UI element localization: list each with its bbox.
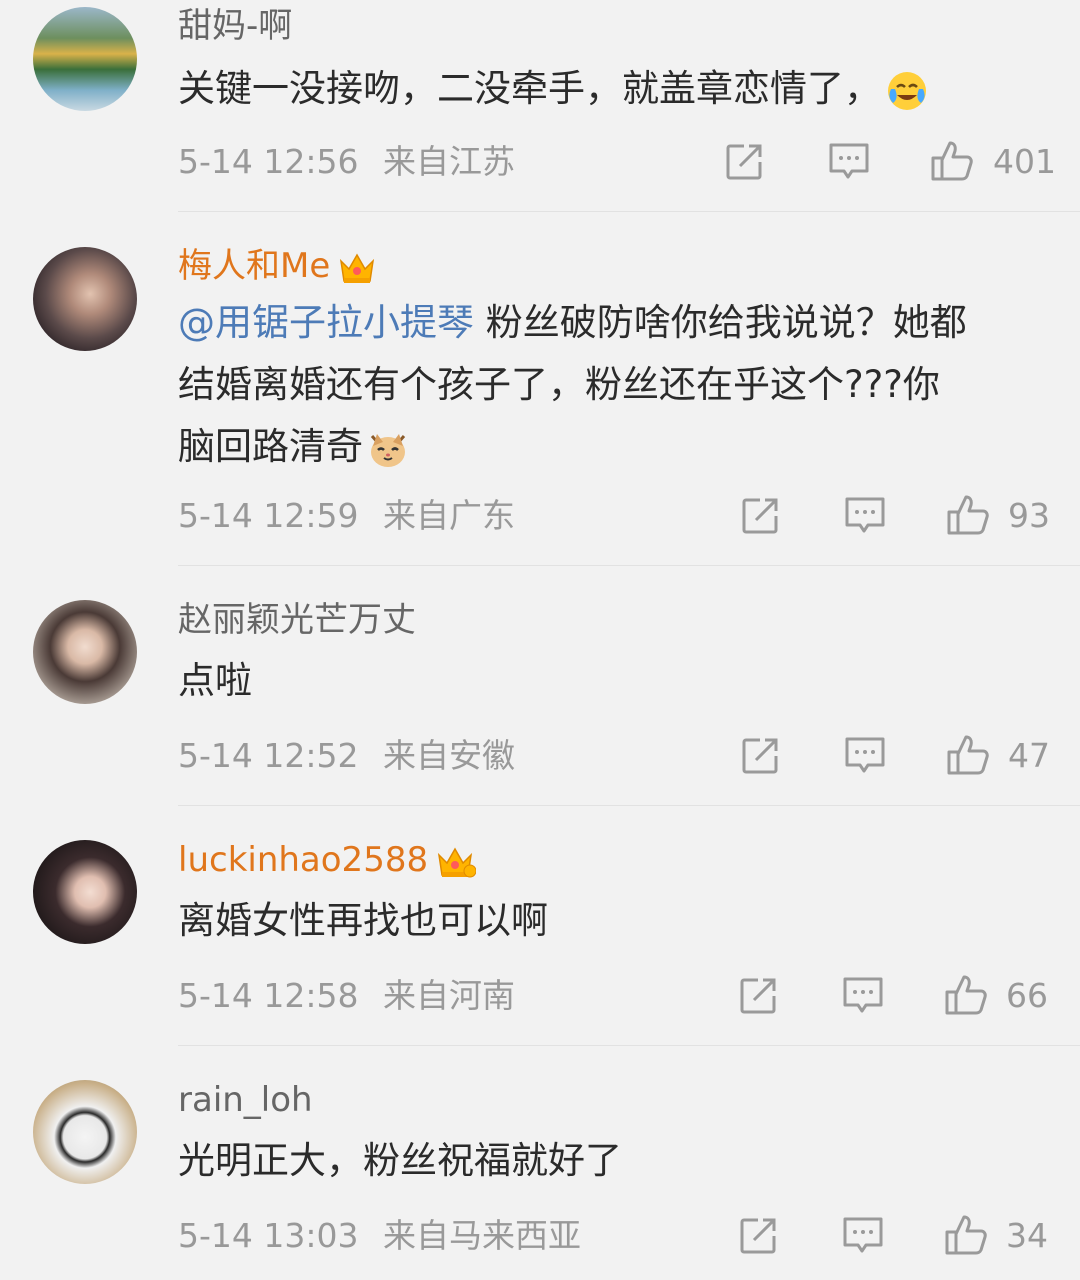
thumbs-up-icon [947, 495, 989, 535]
location: 来自广东 [383, 496, 515, 535]
like-count: 93 [1008, 496, 1050, 535]
like-count: 34 [1006, 1216, 1048, 1255]
reply-button[interactable] [842, 976, 884, 1016]
reply-button[interactable] [844, 496, 886, 536]
share-button[interactable] [738, 1216, 778, 1256]
reply-button[interactable] [844, 736, 886, 776]
timestamp: 5-14 13:03 [178, 1216, 359, 1255]
cat-emoji [367, 428, 409, 470]
timestamp: 5-14 12:56 [178, 142, 359, 181]
comment-text: 关键一没接吻，二没牵手，就盖章恋情了， [178, 58, 1048, 120]
comment-icon [829, 143, 869, 179]
share-button[interactable] [740, 496, 780, 536]
comment-text: 光明正大，粉丝祝福就好了 [178, 1139, 622, 1182]
timestamp: 5-14 12:59 [178, 496, 359, 535]
comment-item: luckinhao2588 离婚女性再找也可以啊 5-14 12:58 来自河南… [0, 806, 1080, 1046]
username[interactable]: 赵丽颖光芒万丈 [178, 600, 416, 640]
thumbs-up-icon [945, 975, 987, 1015]
reply-button[interactable] [842, 1216, 884, 1256]
like-count: 47 [1008, 736, 1050, 775]
username[interactable]: luckinhao2588 [178, 840, 477, 880]
timestamp: 5-14 12:58 [178, 976, 359, 1015]
mention-link[interactable]: @用锯子拉小提琴 [178, 301, 474, 344]
like-count: 66 [1006, 976, 1048, 1015]
thumbs-up-icon [945, 1215, 987, 1255]
vip-crown-icon [436, 845, 477, 879]
username[interactable]: 梅人和Me [178, 246, 376, 286]
share-button[interactable] [724, 142, 764, 182]
location: 来自河南 [383, 976, 515, 1015]
share-icon [742, 738, 778, 774]
share-icon [740, 978, 776, 1014]
thumbs-up-icon [947, 735, 989, 775]
like-count: 401 [993, 142, 1056, 181]
comment-meta: 5-14 12:52 来自安徽 [178, 736, 515, 776]
comment-item: 梅人和Me @用锯子拉小提琴 粉丝破防啥你给我说说？她都 结婚离婚还有个孩子了，… [0, 212, 1080, 566]
share-icon [726, 144, 762, 180]
location: 来自安徽 [383, 736, 515, 775]
like-button[interactable] [944, 974, 988, 1016]
location: 来自江苏 [383, 142, 515, 181]
comment-icon [845, 497, 885, 533]
share-icon [742, 498, 778, 534]
avatar[interactable] [33, 247, 137, 351]
share-button[interactable] [738, 976, 778, 1016]
comment-meta: 5-14 12:56 来自江苏 [178, 142, 515, 182]
comment-icon [843, 1217, 883, 1253]
avatar[interactable] [33, 600, 137, 704]
avatar[interactable] [33, 840, 137, 944]
vip-crown-icon [338, 251, 376, 285]
comment-meta: 5-14 12:58 来自河南 [178, 976, 515, 1016]
thumbs-up-icon [931, 141, 973, 181]
reply-button[interactable] [828, 142, 870, 182]
comment-icon [843, 977, 883, 1013]
comment-item: rain_loh 光明正大，粉丝祝福就好了 5-14 13:03 来自马来西亚 … [0, 1046, 1080, 1280]
timestamp: 5-14 12:52 [178, 736, 359, 775]
like-button[interactable] [944, 1214, 988, 1256]
username[interactable]: rain_loh [178, 1080, 313, 1120]
comment-meta: 5-14 13:03 来自马来西亚 [178, 1216, 581, 1256]
username[interactable]: 甜妈-啊 [178, 6, 292, 46]
comment-meta: 5-14 12:59 来自广东 [178, 496, 515, 536]
like-button[interactable] [946, 494, 990, 536]
comment-text: 点啦 [178, 659, 252, 702]
laughing-tears-emoji [885, 69, 929, 113]
comment-item: 赵丽颖光芒万丈 点啦 5-14 12:52 来自安徽 47 [0, 566, 1080, 806]
comment-item: 甜妈-啊 关键一没接吻，二没牵手，就盖章恋情了， 5-14 12:56 来自江苏… [0, 0, 1080, 212]
comment-text: @用锯子拉小提琴 粉丝破防啥你给我说说？她都 结婚离婚还有个孩子了，粉丝还在乎这… [178, 301, 967, 470]
share-button[interactable] [740, 736, 780, 776]
like-button[interactable] [946, 734, 990, 776]
comment-text: 离婚女性再找也可以啊 [178, 899, 548, 942]
comment-icon [845, 737, 885, 773]
avatar[interactable] [33, 1080, 137, 1184]
share-icon [740, 1218, 776, 1254]
location: 来自马来西亚 [383, 1216, 581, 1255]
like-button[interactable] [930, 140, 974, 182]
avatar[interactable] [33, 7, 137, 111]
